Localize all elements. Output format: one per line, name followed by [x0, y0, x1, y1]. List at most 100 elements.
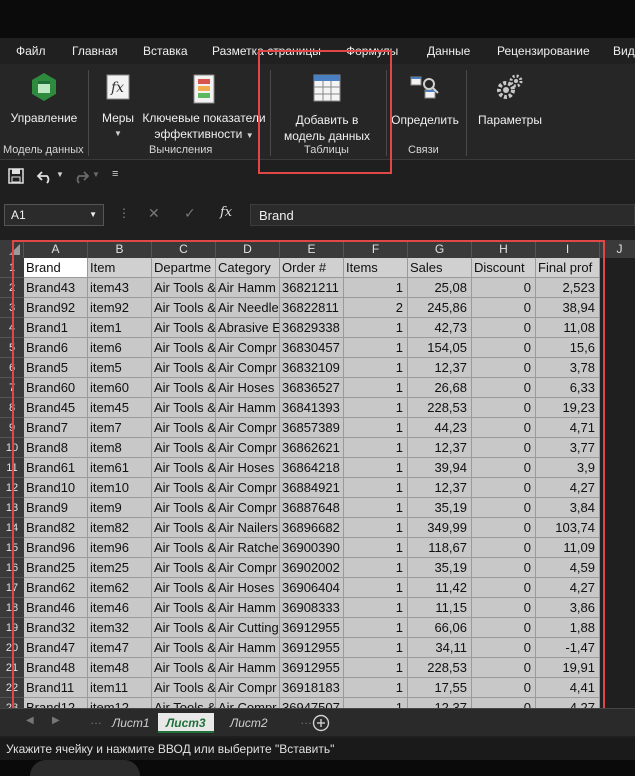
table-header-cell[interactable]: Departme	[152, 258, 216, 278]
row-header[interactable]: 2	[0, 278, 24, 298]
tab-formulas[interactable]: Формулы	[346, 44, 398, 58]
table-cell[interactable]: 3,77	[536, 438, 600, 458]
column-header[interactable]: A	[24, 240, 88, 258]
table-cell[interactable]: 11,15	[408, 598, 472, 618]
chevron-down-icon[interactable]: ▼	[56, 170, 64, 179]
add-sheet-icon[interactable]	[312, 714, 330, 732]
table-cell[interactable]: Air Tools &	[152, 298, 216, 318]
more-sheets-icon[interactable]: …	[300, 713, 312, 727]
table-cell[interactable]: 0	[472, 598, 536, 618]
table-cell[interactable]: Air Tools &	[152, 618, 216, 638]
table-cell[interactable]: Air Hoses	[216, 458, 280, 478]
table-cell[interactable]: 38,94	[536, 298, 600, 318]
table-cell[interactable]: 36912955	[280, 618, 344, 638]
table-cell[interactable]: 1	[344, 638, 408, 658]
table-cell[interactable]: Air Tools &	[152, 678, 216, 698]
table-cell[interactable]: item43	[88, 278, 152, 298]
chevron-down-icon[interactable]: ▼	[89, 210, 97, 219]
table-cell[interactable]: 118,67	[408, 538, 472, 558]
table-cell[interactable]: item45	[88, 398, 152, 418]
table-cell[interactable]: Air Tools &	[152, 338, 216, 358]
table-cell[interactable]: 42,73	[408, 318, 472, 338]
table-cell[interactable]: Brand9	[24, 498, 88, 518]
table-cell[interactable]: 1	[344, 358, 408, 378]
insert-function-icon[interactable]: fx	[220, 205, 232, 220]
table-cell[interactable]: Air Compr	[216, 498, 280, 518]
table-cell[interactable]: Air Nailers	[216, 518, 280, 538]
table-cell[interactable]: 1	[344, 578, 408, 598]
column-header[interactable]: J	[600, 240, 635, 258]
table-cell[interactable]: Air Tools &	[152, 518, 216, 538]
table-cell[interactable]: 1	[344, 498, 408, 518]
table-cell[interactable]: 15,6	[536, 338, 600, 358]
row-header[interactable]: 16	[0, 558, 24, 578]
row-header[interactable]: 1	[0, 258, 24, 278]
table-cell[interactable]: item32	[88, 618, 152, 638]
tab-page-layout[interactable]: Разметка страницы	[212, 44, 321, 58]
table-header-cell[interactable]: Brand	[24, 258, 88, 278]
parameters-button[interactable]: Параметры	[472, 68, 548, 128]
table-cell[interactable]: 36896682	[280, 518, 344, 538]
table-header-cell[interactable]: Category	[216, 258, 280, 278]
chevron-down-icon[interactable]: ▼	[92, 170, 100, 179]
table-cell[interactable]: 0	[472, 498, 536, 518]
column-header[interactable]: B	[88, 240, 152, 258]
table-cell[interactable]: 1	[344, 598, 408, 618]
column-header[interactable]: D	[216, 240, 280, 258]
row-header[interactable]: 18	[0, 598, 24, 618]
row-header[interactable]: 15	[0, 538, 24, 558]
table-cell[interactable]: Air Tools &	[152, 598, 216, 618]
table-cell[interactable]: 1	[344, 558, 408, 578]
sheet-tab-2[interactable]: Лист2	[222, 713, 276, 733]
table-cell[interactable]: 0	[472, 578, 536, 598]
table-cell[interactable]: 4,27	[536, 578, 600, 598]
table-cell[interactable]: 0	[472, 538, 536, 558]
table-cell[interactable]: 12,37	[408, 698, 472, 708]
table-cell[interactable]: Air Compr	[216, 418, 280, 438]
table-cell[interactable]: Air Tools &	[152, 538, 216, 558]
scroll-right-icon[interactable]: ▶	[52, 715, 60, 726]
table-cell[interactable]: 1	[344, 438, 408, 458]
table-cell[interactable]: 0	[472, 618, 536, 638]
table-cell[interactable]: Brand62	[24, 578, 88, 598]
table-cell[interactable]: 3,86	[536, 598, 600, 618]
table-cell[interactable]: item10	[88, 478, 152, 498]
table-cell[interactable]: 0	[472, 698, 536, 708]
table-cell[interactable]: 12,37	[408, 478, 472, 498]
table-cell[interactable]: 19,91	[536, 658, 600, 678]
table-header-cell[interactable]: Discount	[472, 258, 536, 278]
table-cell[interactable]: 0	[472, 638, 536, 658]
table-cell[interactable]: 1	[344, 518, 408, 538]
row-header[interactable]: 22	[0, 678, 24, 698]
table-cell[interactable]: item92	[88, 298, 152, 318]
row-header[interactable]: 7	[0, 378, 24, 398]
table-cell[interactable]: 0	[472, 658, 536, 678]
table-cell[interactable]: Brand45	[24, 398, 88, 418]
table-cell[interactable]: 0	[472, 358, 536, 378]
table-cell[interactable]: Brand25	[24, 558, 88, 578]
table-cell[interactable]: item47	[88, 638, 152, 658]
table-cell[interactable]: 36829338	[280, 318, 344, 338]
table-cell[interactable]: item82	[88, 518, 152, 538]
table-cell[interactable]: 0	[472, 398, 536, 418]
table-cell[interactable]: 0	[472, 478, 536, 498]
table-header-cell[interactable]: Items	[344, 258, 408, 278]
scroll-left-icon[interactable]: ◀	[26, 715, 34, 726]
row-header[interactable]: 19	[0, 618, 24, 638]
table-cell[interactable]: 103,74	[536, 518, 600, 538]
table-cell[interactable]: 1	[344, 618, 408, 638]
table-cell[interactable]: 11,08	[536, 318, 600, 338]
table-cell[interactable]: Air Tools &	[152, 398, 216, 418]
cancel-icon[interactable]: ✕	[148, 205, 160, 222]
table-cell[interactable]: item7	[88, 418, 152, 438]
formula-input[interactable]: Brand	[250, 204, 635, 226]
table-cell[interactable]: 1	[344, 458, 408, 478]
table-cell[interactable]: 1	[344, 698, 408, 708]
table-cell[interactable]: 44,23	[408, 418, 472, 438]
table-header-cell[interactable]: Final prof	[536, 258, 600, 278]
table-cell[interactable]: Air Tools &	[152, 478, 216, 498]
save-icon[interactable]	[8, 168, 24, 184]
table-cell[interactable]: Brand60	[24, 378, 88, 398]
table-cell[interactable]: Brand32	[24, 618, 88, 638]
table-cell[interactable]: item48	[88, 658, 152, 678]
